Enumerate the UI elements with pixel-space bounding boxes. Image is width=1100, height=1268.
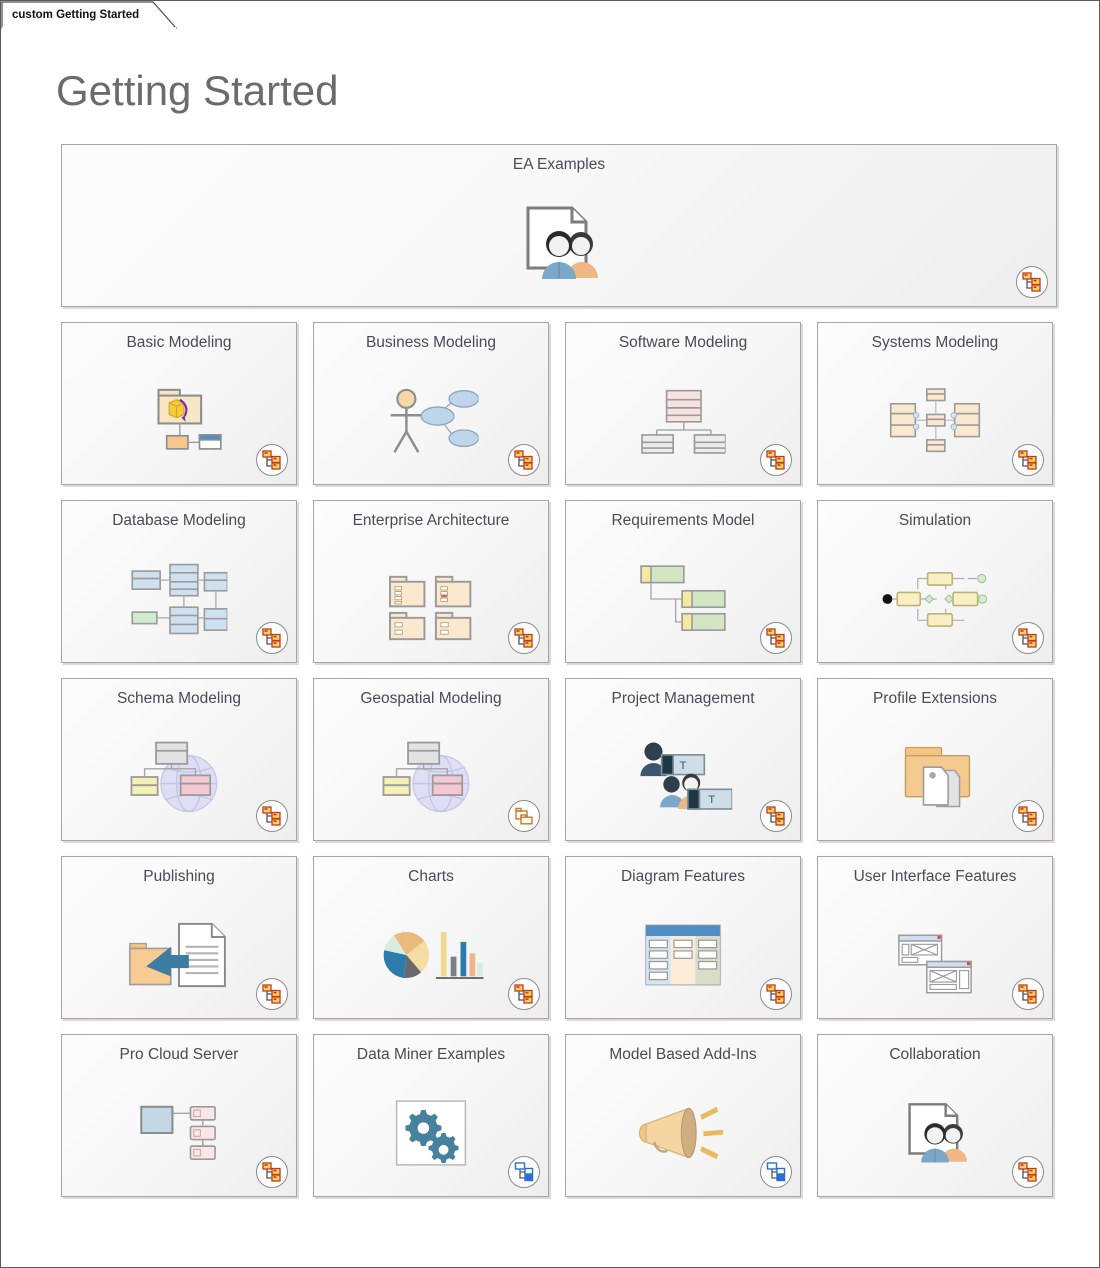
composite-hierarchy-badge-icon[interactable] (1012, 800, 1044, 832)
composite-hierarchy-badge-icon[interactable] (256, 444, 288, 476)
card-title: Pro Cloud Server (119, 1046, 239, 1063)
blue-hierarchy-badge-icon[interactable] (760, 1156, 792, 1188)
card-ea-examples[interactable]: EA Examples (61, 144, 1057, 307)
diagram-tab-label: custom Getting Started (12, 9, 140, 21)
composite-hierarchy-badge-icon[interactable] (760, 978, 792, 1010)
card-title: Enterprise Architecture (352, 512, 510, 529)
card-title: Model Based Add-Ins (609, 1046, 757, 1063)
composite-hierarchy-badge-icon[interactable] (508, 622, 540, 654)
composite-hierarchy-badge-icon[interactable] (1012, 978, 1044, 1010)
card-model-based-add-ins[interactable]: Model Based Add-Ins (565, 1034, 801, 1197)
composite-hierarchy-badge-icon[interactable] (508, 444, 540, 476)
card-title: Publishing (143, 868, 215, 885)
card-user-interface-features[interactable]: User Interface Features (817, 856, 1053, 1019)
card-database-modeling[interactable]: Database Modeling (61, 500, 297, 663)
card-basic-modeling[interactable]: Basic Modeling (61, 322, 297, 485)
card-title: Diagram Features (620, 868, 746, 885)
composite-hierarchy-badge-icon[interactable] (256, 978, 288, 1010)
composite-hierarchy-badge-icon[interactable] (760, 622, 792, 654)
diagram-tab[interactable]: custom Getting Started (2, 2, 147, 28)
card-data-miner-examples[interactable]: Data Miner Examples (313, 1034, 549, 1197)
card-title: Business Modeling (365, 334, 497, 351)
composite-hierarchy-badge-icon[interactable] (256, 1156, 288, 1188)
page-title: Getting Started (56, 67, 339, 114)
card-title: User Interface Features (853, 868, 1017, 885)
card-geospatial-modeling[interactable]: Geospatial Modeling (313, 678, 549, 841)
document-with-people-icon (62, 179, 1056, 306)
composite-hierarchy-badge-icon[interactable] (760, 800, 792, 832)
svg-text:T: T (708, 794, 715, 806)
card-business-modeling[interactable]: Business Modeling (313, 322, 549, 485)
card-title: Profile Extensions (872, 690, 998, 707)
card-systems-modeling[interactable]: Systems Modeling (817, 322, 1053, 485)
card-title: EA Examples (512, 156, 606, 173)
svg-text:T: T (679, 759, 686, 771)
card-enterprise-architecture[interactable]: Enterprise Architecture (313, 500, 549, 663)
card-title: Project Management (611, 690, 755, 707)
card-title: Simulation (898, 512, 972, 529)
composite-hierarchy-badge-icon[interactable] (508, 978, 540, 1010)
composite-hierarchy-badge-icon[interactable] (1012, 1156, 1044, 1188)
card-software-modeling[interactable]: Software Modeling (565, 322, 801, 485)
card-title: Software Modeling (618, 334, 748, 351)
card-title: Geospatial Modeling (360, 690, 502, 707)
card-title: Charts (408, 868, 454, 885)
card-pro-cloud-server[interactable]: Pro Cloud Server (61, 1034, 297, 1197)
composite-hierarchy-badge-icon[interactable] (1012, 622, 1044, 654)
card-title: Basic Modeling (126, 334, 232, 351)
card-project-management[interactable]: Project Management T T (565, 678, 801, 841)
card-simulation[interactable]: Simulation (817, 500, 1053, 663)
card-title: Schema Modeling (116, 690, 242, 707)
card-diagram-features[interactable]: Diagram Features (565, 856, 801, 1019)
card-title: Systems Modeling (871, 334, 999, 351)
card-title: Data Miner Examples (356, 1046, 506, 1063)
card-publishing[interactable]: Publishing (61, 856, 297, 1019)
composite-hierarchy-badge-icon[interactable] (256, 800, 288, 832)
composite-hierarchy-badge-icon[interactable] (256, 622, 288, 654)
composite-hierarchy-badge-icon[interactable] (1016, 266, 1048, 298)
package-badge-icon[interactable] (508, 800, 540, 832)
card-requirements-model[interactable]: Requirements Model (565, 500, 801, 663)
card-schema-modeling[interactable]: Schema Modeling (61, 678, 297, 841)
composite-hierarchy-badge-icon[interactable] (1012, 444, 1044, 476)
card-title: Collaboration (889, 1046, 981, 1063)
card-profile-extensions[interactable]: Profile Extensions (817, 678, 1053, 841)
card-collaboration[interactable]: Collaboration (817, 1034, 1053, 1197)
card-charts[interactable]: Charts (313, 856, 549, 1019)
card-title: Requirements Model (611, 512, 755, 529)
blue-hierarchy-badge-icon[interactable] (508, 1156, 540, 1188)
diagram-canvas: custom Getting Started Getting Started E… (0, 0, 1100, 1268)
card-title: Database Modeling (112, 512, 246, 529)
composite-hierarchy-badge-icon[interactable] (760, 444, 792, 476)
